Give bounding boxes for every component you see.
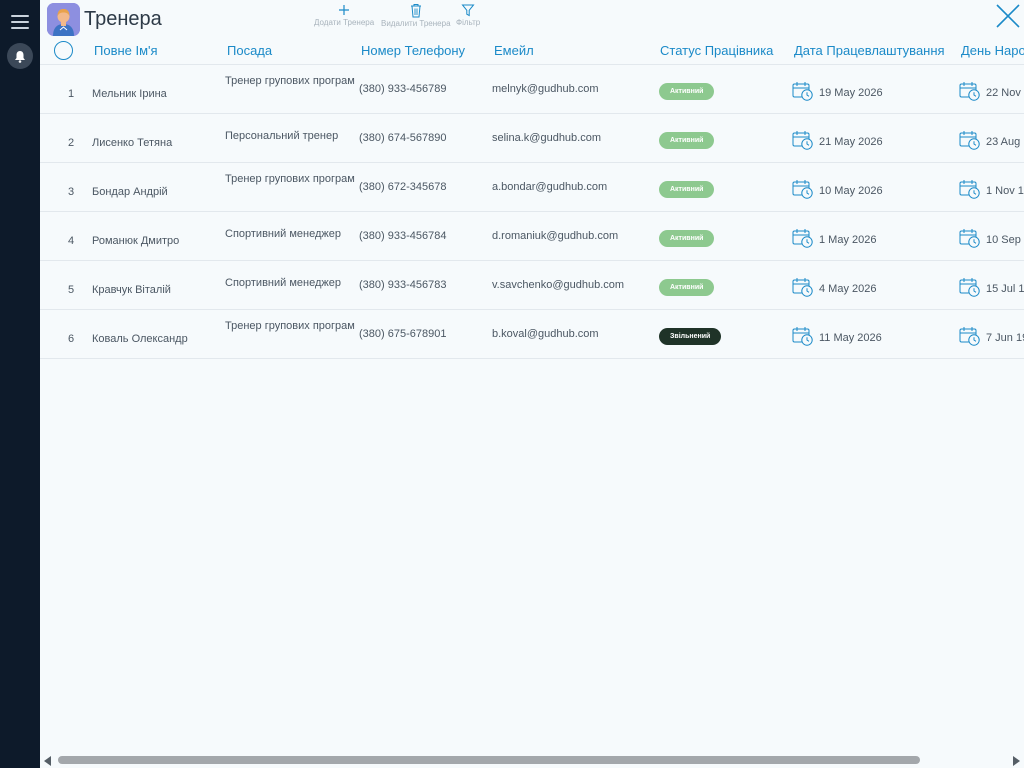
trainer-position: Персональний тренер xyxy=(225,130,339,142)
trainer-name[interactable]: Бондар Андрій xyxy=(92,186,168,198)
row-number: 6 xyxy=(67,333,75,345)
scrollbar-thumb[interactable] xyxy=(58,756,920,764)
trainer-phone: (380) 672-345678 xyxy=(359,181,447,193)
birthday-value: 7 Jun 19 xyxy=(986,332,1024,344)
trainer-phone: (380) 675-678901 xyxy=(359,328,447,340)
hire-date-value: 4 May 2026 xyxy=(819,283,877,295)
column-header-name[interactable]: Повне Ім'я xyxy=(94,43,158,58)
table-header: Повне Ім'я Посада Номер Телефону Емейл С… xyxy=(40,38,1024,64)
trainer-position: Спортивний менеджер xyxy=(225,277,341,289)
delete-trainer-button[interactable]: Видалити Тренера xyxy=(381,3,451,28)
birthday-value: 10 Sep 1 xyxy=(986,234,1024,246)
trainer-phone: (380) 674-567890 xyxy=(359,132,447,144)
trainer-position: Тренер групових програм xyxy=(225,173,355,185)
table-row[interactable]: 2 Лисенко Тетяна Персональний тренер (380) … xyxy=(40,114,1024,163)
hire-date-value: 10 May 2026 xyxy=(819,185,883,197)
trainer-phone: (380) 933-456784 xyxy=(359,230,447,242)
hire-date-value: 1 May 2026 xyxy=(819,234,877,246)
trainer-email: melnyk@gudhub.com xyxy=(492,83,599,95)
trainer-phone: (380) 933-456789 xyxy=(359,83,447,95)
trainer-email: b.koval@gudhub.com xyxy=(492,328,599,340)
sidebar xyxy=(0,0,40,768)
trainer-name[interactable]: Кравчук Віталій xyxy=(92,284,171,296)
status-badge: Активний xyxy=(659,230,715,247)
table-row[interactable]: 6 Коваль Олександр Тренер групових програм… xyxy=(40,310,1024,359)
app-title: Тренера xyxy=(84,8,162,30)
column-header-birthday[interactable]: День Наро xyxy=(961,43,1024,58)
trainer-email: selina.k@gudhub.com xyxy=(492,132,602,144)
hire-date-value: 19 May 2026 xyxy=(819,87,883,99)
trainer-position: Тренер групових програм xyxy=(225,320,355,332)
select-all-checkbox[interactable] xyxy=(54,41,73,60)
table-row[interactable]: 3 Бондар Андрій Тренер групових програм (38… xyxy=(40,163,1024,212)
status-badge: Активний xyxy=(659,132,715,149)
trainer-phone: (380) 933-456783 xyxy=(359,279,447,291)
column-header-position[interactable]: Посада xyxy=(227,43,272,58)
table-body: 1 Мельник Ірина Тренер групових програм (38… xyxy=(40,65,1024,359)
trash-icon xyxy=(410,4,421,18)
main-area: Тренера Додати Тренера Видалити Тренера … xyxy=(40,0,1024,768)
row-number: 1 xyxy=(67,88,75,100)
status-badge: Активний xyxy=(659,181,715,198)
trainer-position: Спортивний менеджер xyxy=(225,228,341,240)
column-header-phone[interactable]: Номер Телефону xyxy=(361,43,465,58)
scroll-left-arrow-icon[interactable] xyxy=(44,756,51,766)
row-number: 2 xyxy=(67,137,75,149)
birthday-value: 22 Nov 1 xyxy=(986,87,1024,99)
plus-icon xyxy=(339,5,350,15)
trainer-name[interactable]: Коваль Олександр xyxy=(92,333,188,345)
horizontal-scrollbar[interactable] xyxy=(40,752,1024,768)
filter-label: Фільтр xyxy=(456,18,481,27)
trainer-email: v.savchenko@gudhub.com xyxy=(492,279,625,291)
row-number: 4 xyxy=(67,235,75,247)
hamburger-menu-icon[interactable] xyxy=(11,15,29,29)
trainer-name[interactable]: Романюк Дмитро xyxy=(92,235,179,247)
row-number: 5 xyxy=(67,284,75,296)
table-row[interactable]: 4 Романюк Дмитро Спортивний менеджер (380) … xyxy=(40,212,1024,261)
row-number: 3 xyxy=(67,186,75,198)
trainer-name[interactable]: Лисенко Тетяна xyxy=(92,137,172,149)
filter-icon xyxy=(461,4,475,17)
status-badge: Активний xyxy=(659,279,715,296)
trainer-name[interactable]: Мельник Ірина xyxy=(92,88,167,100)
birthday-value: 15 Jul 1 xyxy=(986,283,1024,295)
add-trainer-label: Додати Тренера xyxy=(314,18,375,27)
bell-icon[interactable] xyxy=(7,43,33,69)
add-trainer-button[interactable]: Додати Тренера xyxy=(314,3,374,27)
column-header-hire-date[interactable]: Дата Працевлаштування xyxy=(794,43,945,58)
birthday-value: 23 Aug 1 xyxy=(986,136,1024,148)
table-row[interactable]: 5 Кравчук Віталій Спортивний менеджер (380)… xyxy=(40,261,1024,310)
hire-date-value: 21 May 2026 xyxy=(819,136,883,148)
status-badge: Активний xyxy=(659,83,715,100)
close-icon[interactable] xyxy=(995,3,1021,29)
filter-button[interactable]: Фільтр xyxy=(456,3,480,27)
trainer-email: d.romaniuk@gudhub.com xyxy=(492,230,619,242)
column-header-email[interactable]: Емейл xyxy=(494,43,534,58)
app-avatar-icon xyxy=(47,3,80,36)
column-header-status[interactable]: Статус Працівника xyxy=(660,43,773,58)
scroll-right-arrow-icon[interactable] xyxy=(1013,756,1020,766)
hire-date-value: 11 May 2026 xyxy=(819,332,882,344)
birthday-value: 1 Nov 19 xyxy=(986,185,1024,197)
status-badge: Звільнений xyxy=(659,328,722,345)
table-row[interactable]: 1 Мельник Ірина Тренер групових програм (38… xyxy=(40,65,1024,114)
trainer-email: a.bondar@gudhub.com xyxy=(492,181,608,193)
delete-trainer-label: Видалити Тренера xyxy=(381,19,451,28)
trainer-position: Тренер групових програм xyxy=(225,75,355,87)
